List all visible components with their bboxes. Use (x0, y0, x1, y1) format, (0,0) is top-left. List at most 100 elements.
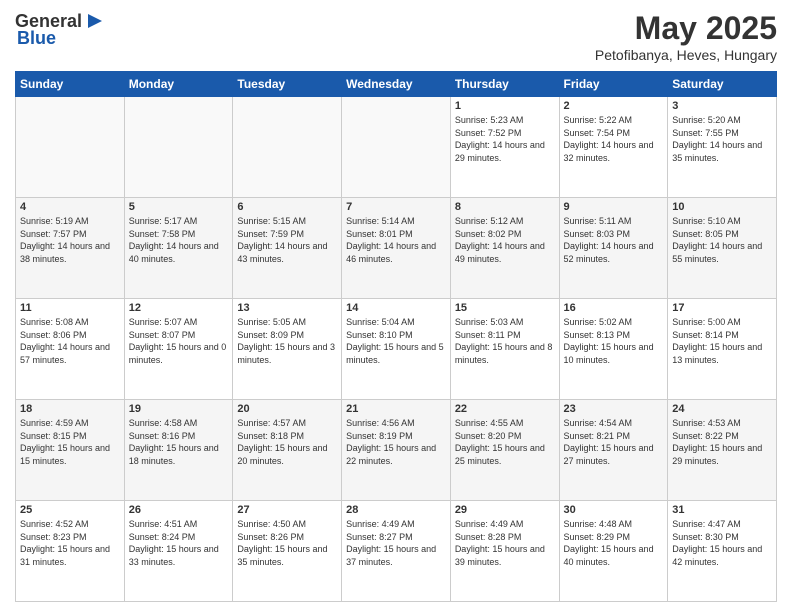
col-saturday: Saturday (668, 72, 777, 97)
day-number: 26 (129, 504, 229, 516)
calendar-week-row: 11 Sunrise: 5:08 AMSunset: 8:06 PMDayligh… (16, 299, 777, 400)
day-number: 18 (20, 403, 120, 415)
day-info: Sunrise: 4:53 AMSunset: 8:22 PMDaylight:… (672, 417, 772, 467)
table-row (16, 97, 125, 198)
day-info: Sunrise: 5:08 AMSunset: 8:06 PMDaylight:… (20, 316, 120, 366)
day-number: 31 (672, 504, 772, 516)
logo-icon (82, 10, 104, 32)
day-info: Sunrise: 5:23 AMSunset: 7:52 PMDaylight:… (455, 114, 555, 164)
day-info: Sunrise: 4:58 AMSunset: 8:16 PMDaylight:… (129, 417, 229, 467)
calendar-week-row: 18 Sunrise: 4:59 AMSunset: 8:15 PMDayligh… (16, 400, 777, 501)
day-number: 15 (455, 302, 555, 314)
day-number: 28 (346, 504, 446, 516)
day-number: 8 (455, 201, 555, 213)
calendar-week-row: 25 Sunrise: 4:52 AMSunset: 8:23 PMDayligh… (16, 501, 777, 602)
day-info: Sunrise: 4:59 AMSunset: 8:15 PMDaylight:… (20, 417, 120, 467)
subtitle: Petofibanya, Heves, Hungary (595, 47, 777, 63)
day-info: Sunrise: 4:55 AMSunset: 8:20 PMDaylight:… (455, 417, 555, 467)
page: General Blue May 2025 Petofibanya, Heves… (0, 0, 792, 612)
day-info: Sunrise: 4:48 AMSunset: 8:29 PMDaylight:… (564, 518, 664, 568)
col-wednesday: Wednesday (342, 72, 451, 97)
table-row: 12Sunrise: 5:07 AMSunset: 8:07 PMDayligh… (124, 299, 233, 400)
day-number: 22 (455, 403, 555, 415)
day-number: 11 (20, 302, 120, 314)
col-friday: Friday (559, 72, 668, 97)
calendar-table: Sunday Monday Tuesday Wednesday Thursday… (15, 71, 777, 602)
day-number: 14 (346, 302, 446, 314)
day-number: 24 (672, 403, 772, 415)
col-tuesday: Tuesday (233, 72, 342, 97)
day-number: 20 (237, 403, 337, 415)
day-info: Sunrise: 5:14 AMSunset: 8:01 PMDaylight:… (346, 215, 446, 265)
day-number: 19 (129, 403, 229, 415)
day-number: 29 (455, 504, 555, 516)
table-row (342, 97, 451, 198)
table-row: 28 Sunrise: 4:49 AMSunset: 8:27 PMDayligh… (342, 501, 451, 602)
calendar-week-row: 1 Sunrise: 5:23 AMSunset: 7:52 PMDaylight… (16, 97, 777, 198)
day-number: 21 (346, 403, 446, 415)
day-info: Sunrise: 5:00 AMSunset: 8:14 PMDaylight:… (672, 316, 772, 366)
day-info: Sunrise: 5:03 AMSunset: 8:11 PMDaylight:… (455, 316, 555, 366)
table-row: 16 Sunrise: 5:02 AMSunset: 8:13 PMDayligh… (559, 299, 668, 400)
day-info: Sunrise: 5:15 AMSunset: 7:59 PMDaylight:… (237, 215, 337, 265)
logo-blue: Blue (17, 28, 56, 49)
day-info: Sunrise: 4:52 AMSunset: 8:23 PMDaylight:… (20, 518, 120, 568)
calendar-week-row: 4Sunrise: 5:19 AMSunset: 7:57 PMDaylight… (16, 198, 777, 299)
table-row: 9Sunrise: 5:11 AMSunset: 8:03 PMDaylight… (559, 198, 668, 299)
day-info: Sunrise: 5:12 AMSunset: 8:02 PMDaylight:… (455, 215, 555, 265)
day-info: Sunrise: 5:02 AMSunset: 8:13 PMDaylight:… (564, 316, 664, 366)
day-info: Sunrise: 4:57 AMSunset: 8:18 PMDaylight:… (237, 417, 337, 467)
table-row: 11 Sunrise: 5:08 AMSunset: 8:06 PMDayligh… (16, 299, 125, 400)
table-row: 10 Sunrise: 5:10 AMSunset: 8:05 PMDayligh… (668, 198, 777, 299)
day-info: Sunrise: 5:22 AMSunset: 7:54 PMDaylight:… (564, 114, 664, 164)
day-number: 7 (346, 201, 446, 213)
day-info: Sunrise: 5:20 AMSunset: 7:55 PMDaylight:… (672, 114, 772, 164)
col-monday: Monday (124, 72, 233, 97)
day-number: 1 (455, 100, 555, 112)
table-row: 29 Sunrise: 4:49 AMSunset: 8:28 PMDayligh… (450, 501, 559, 602)
title-area: May 2025 Petofibanya, Heves, Hungary (595, 10, 777, 63)
day-number: 30 (564, 504, 664, 516)
day-number: 23 (564, 403, 664, 415)
day-info: Sunrise: 4:49 AMSunset: 8:27 PMDaylight:… (346, 518, 446, 568)
day-number: 9 (564, 201, 664, 213)
day-number: 13 (237, 302, 337, 314)
day-info: Sunrise: 5:05 AMSunset: 8:09 PMDaylight:… (237, 316, 337, 366)
day-number: 16 (564, 302, 664, 314)
table-row: 6 Sunrise: 5:15 AMSunset: 7:59 PMDaylight… (233, 198, 342, 299)
table-row: 25 Sunrise: 4:52 AMSunset: 8:23 PMDayligh… (16, 501, 125, 602)
day-number: 10 (672, 201, 772, 213)
calendar-header-row: Sunday Monday Tuesday Wednesday Thursday… (16, 72, 777, 97)
day-number: 3 (672, 100, 772, 112)
table-row: 18 Sunrise: 4:59 AMSunset: 8:15 PMDayligh… (16, 400, 125, 501)
day-info: Sunrise: 4:56 AMSunset: 8:19 PMDaylight:… (346, 417, 446, 467)
table-row: 31 Sunrise: 4:47 AMSunset: 8:30 PMDayligh… (668, 501, 777, 602)
day-info: Sunrise: 5:19 AMSunset: 7:57 PMDaylight:… (20, 215, 120, 265)
header: General Blue May 2025 Petofibanya, Heves… (15, 10, 777, 63)
table-row: 3 Sunrise: 5:20 AMSunset: 7:55 PMDaylight… (668, 97, 777, 198)
day-info: Sunrise: 4:50 AMSunset: 8:26 PMDaylight:… (237, 518, 337, 568)
day-info: Sunrise: 5:10 AMSunset: 8:05 PMDaylight:… (672, 215, 772, 265)
table-row: 17 Sunrise: 5:00 AMSunset: 8:14 PMDayligh… (668, 299, 777, 400)
table-row (233, 97, 342, 198)
day-info: Sunrise: 4:49 AMSunset: 8:28 PMDaylight:… (455, 518, 555, 568)
table-row: 5Sunrise: 5:17 AMSunset: 7:58 PMDaylight… (124, 198, 233, 299)
table-row: 4Sunrise: 5:19 AMSunset: 7:57 PMDaylight… (16, 198, 125, 299)
col-sunday: Sunday (16, 72, 125, 97)
table-row: 27 Sunrise: 4:50 AMSunset: 8:26 PMDayligh… (233, 501, 342, 602)
day-info: Sunrise: 4:47 AMSunset: 8:30 PMDaylight:… (672, 518, 772, 568)
table-row: 22 Sunrise: 4:55 AMSunset: 8:20 PMDayligh… (450, 400, 559, 501)
main-title: May 2025 (595, 10, 777, 47)
day-number: 27 (237, 504, 337, 516)
table-row: 26Sunrise: 4:51 AMSunset: 8:24 PMDayligh… (124, 501, 233, 602)
day-number: 17 (672, 302, 772, 314)
table-row: 1 Sunrise: 5:23 AMSunset: 7:52 PMDaylight… (450, 97, 559, 198)
table-row: 21 Sunrise: 4:56 AMSunset: 8:19 PMDayligh… (342, 400, 451, 501)
day-number: 6 (237, 201, 337, 213)
table-row: 14Sunrise: 5:04 AMSunset: 8:10 PMDayligh… (342, 299, 451, 400)
logo: General Blue (15, 10, 104, 49)
day-info: Sunrise: 5:17 AMSunset: 7:58 PMDaylight:… (129, 215, 229, 265)
day-info: Sunrise: 5:07 AMSunset: 8:07 PMDaylight:… (129, 316, 229, 366)
day-number: 25 (20, 504, 120, 516)
table-row (124, 97, 233, 198)
